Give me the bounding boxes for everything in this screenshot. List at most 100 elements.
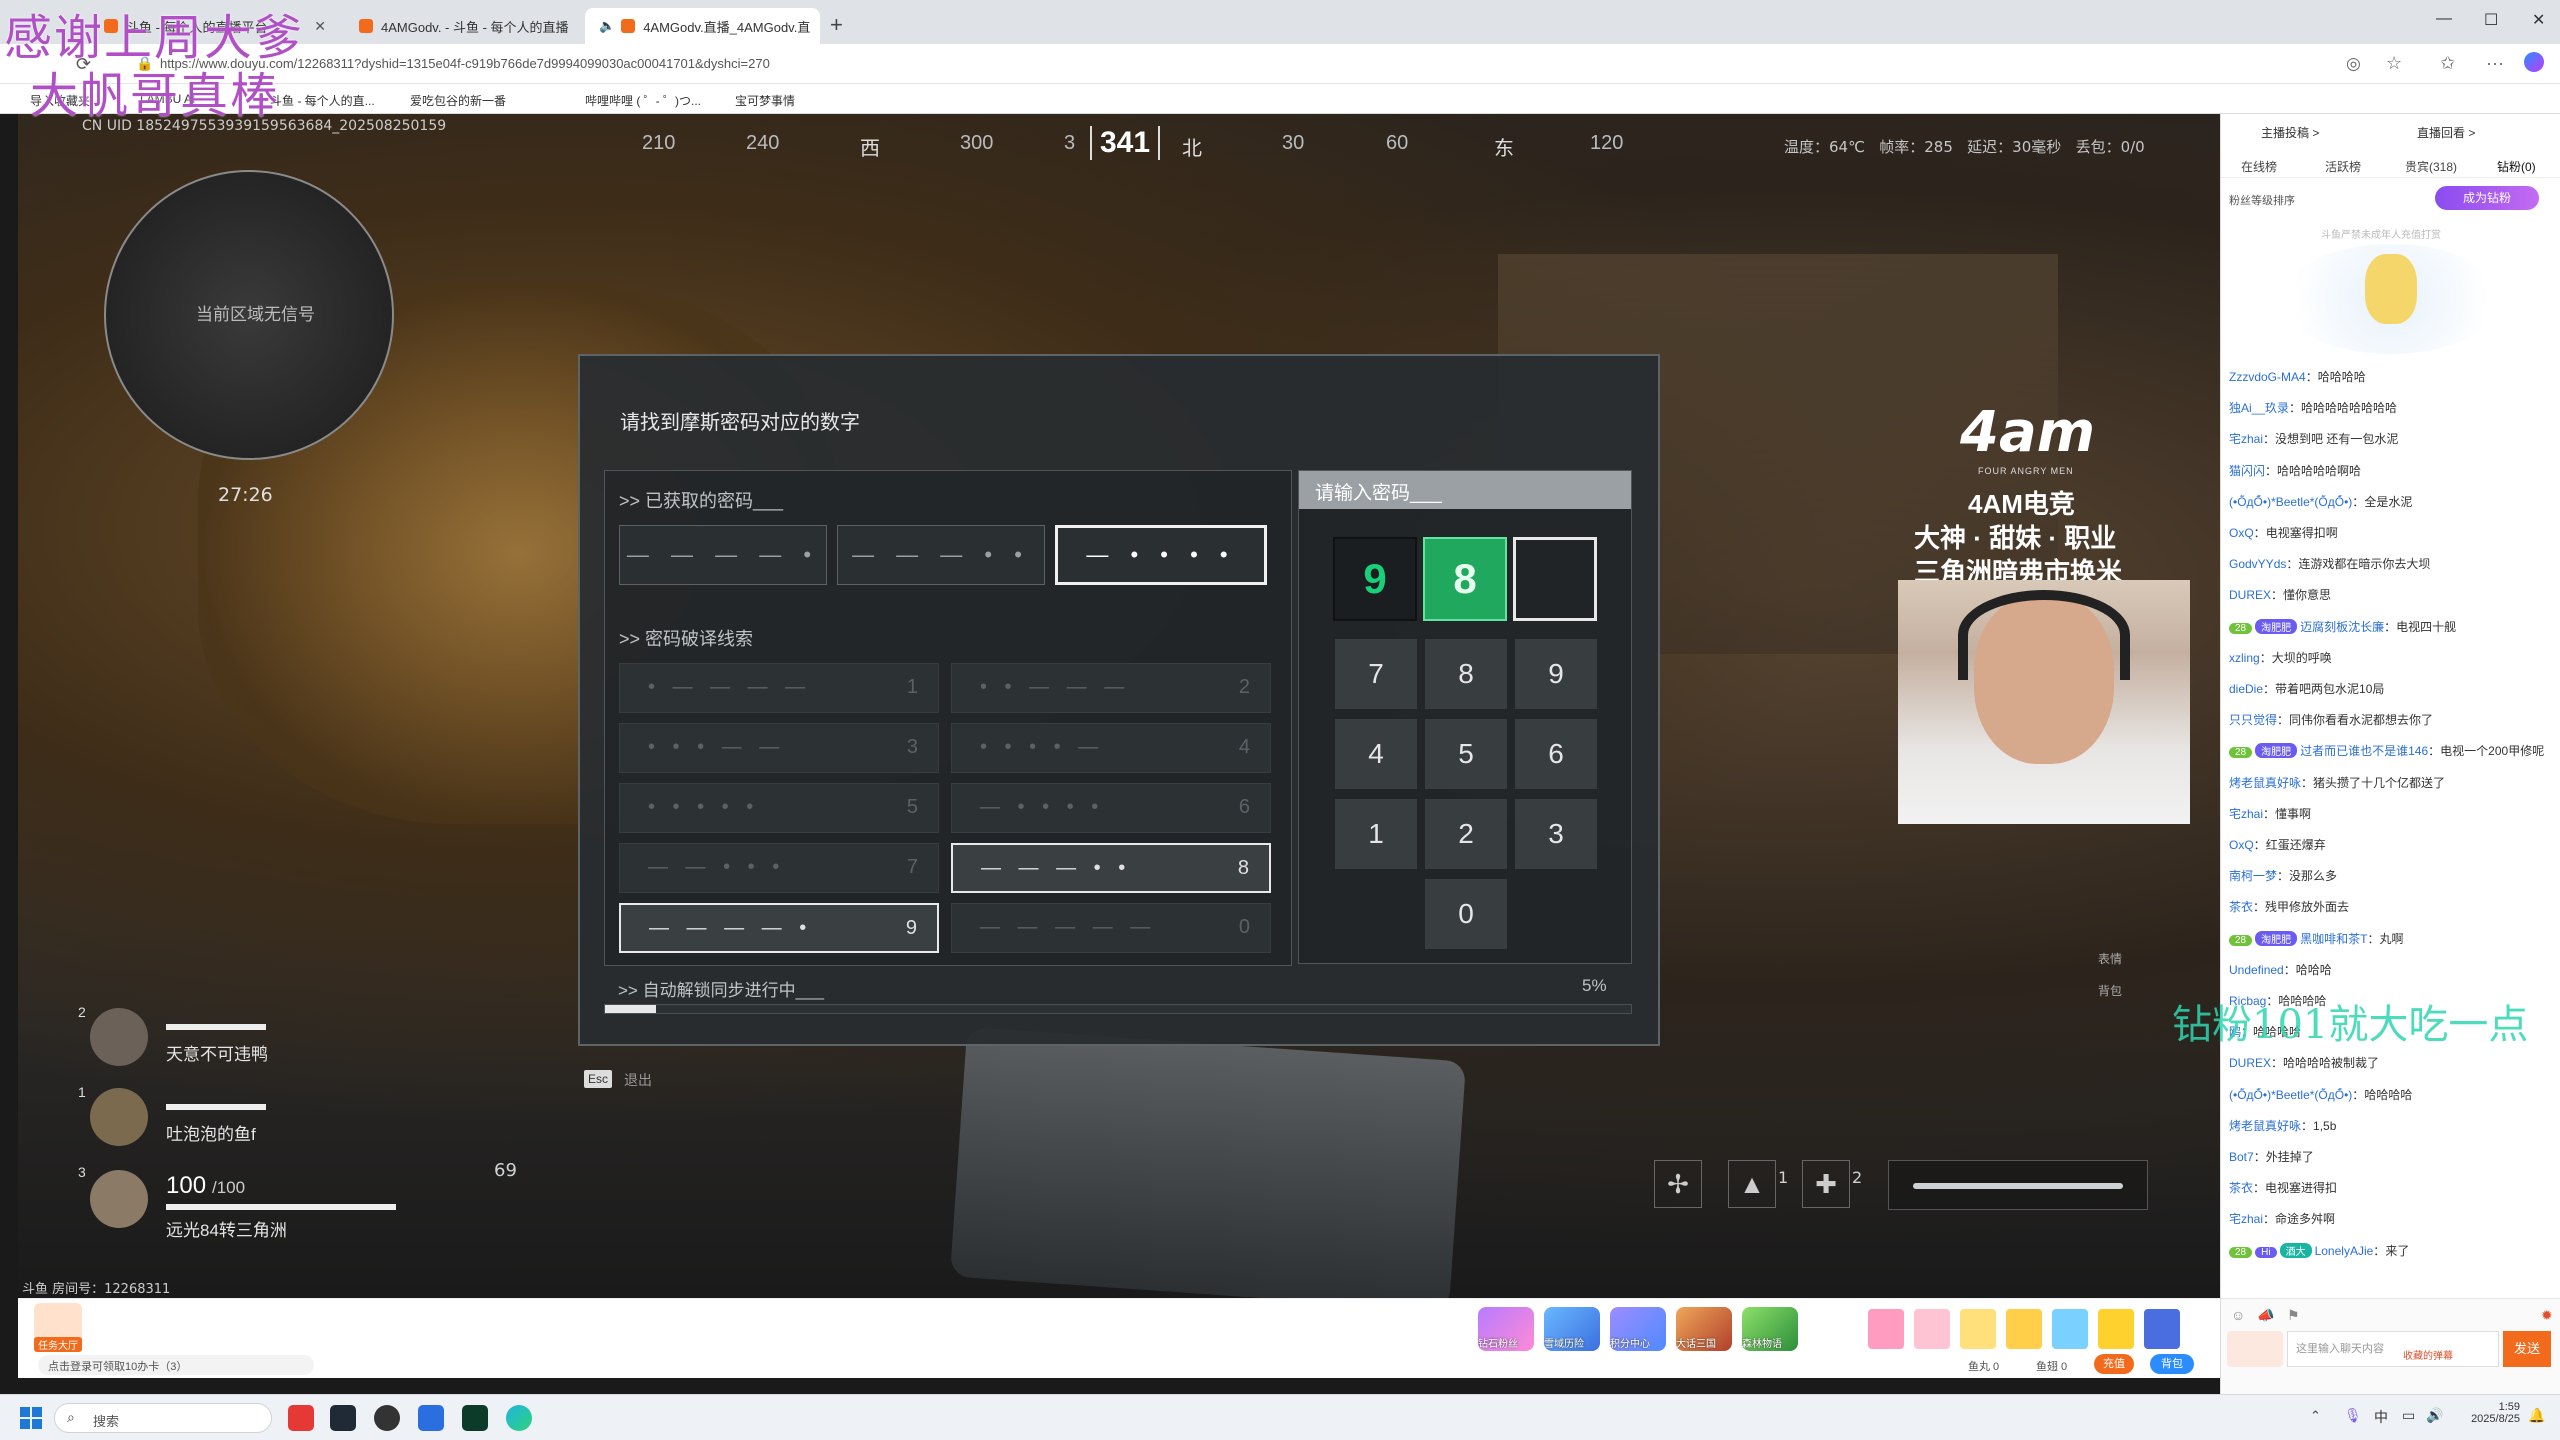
- game-label[interactable]: 雪域历险: [1544, 1335, 1584, 1350]
- translate-icon[interactable]: ◎: [2346, 54, 2361, 74]
- maximize-icon[interactable]: ☐: [2484, 10, 2498, 30]
- close-window-icon[interactable]: ✕: [2532, 10, 2545, 30]
- ime-indicator[interactable]: 中: [2374, 1407, 2388, 1427]
- chat-username[interactable]: 宅zhai: [2229, 807, 2263, 821]
- chat-username[interactable]: OxQ: [2229, 838, 2254, 852]
- new-tab-button[interactable]: +: [830, 12, 843, 38]
- chat-username[interactable]: (•Ő̀дŐ́•)*Beetle*(Ő̀дŐ́•): [2229, 495, 2352, 509]
- game-label[interactable]: 大话三国: [1676, 1335, 1716, 1350]
- chat-username[interactable]: Undefined: [2229, 963, 2284, 977]
- gift-icon[interactable]: ⚑: [2287, 1307, 2300, 1324]
- emoji-icon[interactable]: ☺: [2231, 1307, 2245, 1323]
- mic-icon[interactable]: 🎙: [2344, 1407, 2362, 1424]
- keypad-4[interactable]: 4: [1335, 719, 1417, 789]
- chat-username[interactable]: ZzzvdoG-MA4: [2229, 370, 2306, 384]
- stream-video[interactable]: CN UID 1852497553939159563684_2025082501…: [18, 114, 2220, 1298]
- keypad-2[interactable]: 2: [1425, 799, 1507, 869]
- chat-username[interactable]: DUREX: [2229, 588, 2271, 602]
- more-icon[interactable]: ···: [2486, 53, 2504, 74]
- megaphone-icon[interactable]: 📣: [2257, 1307, 2274, 1324]
- taskbar-clock[interactable]: 1:59 2025/8/25: [2460, 1401, 2520, 1425]
- game-label[interactable]: 森林物语: [1742, 1335, 1782, 1350]
- chat-username[interactable]: 迈腐刻板沈长廉: [2300, 620, 2384, 634]
- gift-icon[interactable]: [1960, 1309, 1996, 1349]
- taskbar-search[interactable]: ⌕ 搜索: [54, 1403, 272, 1433]
- chat-username[interactable]: 只只觉得: [2229, 713, 2277, 727]
- chat-username[interactable]: 猫闪闪: [2229, 464, 2265, 478]
- volume-icon[interactable]: 🔊: [2426, 1407, 2443, 1424]
- keypad-1[interactable]: 1: [1335, 799, 1417, 869]
- copilot-icon[interactable]: [2524, 52, 2544, 72]
- fire-icon[interactable]: ✹: [2541, 1307, 2553, 1324]
- star-icon[interactable]: ☆: [2386, 53, 2402, 74]
- bookmark[interactable]: 斗鱼 - 每个人的直...: [270, 92, 375, 109]
- uploads-link[interactable]: 主播投稿 >: [2261, 124, 2319, 141]
- gift-icon[interactable]: [2006, 1309, 2042, 1349]
- keypad-3[interactable]: 3: [1515, 799, 1597, 869]
- terminal-icon[interactable]: [330, 1405, 356, 1431]
- chat-username[interactable]: 烤老鼠真好咏: [2229, 1119, 2301, 1133]
- task-hall-label[interactable]: 任务大厅: [34, 1337, 82, 1352]
- network-icon[interactable]: ▭: [2402, 1407, 2415, 1424]
- chat-username[interactable]: 茶衣: [2229, 1181, 2253, 1195]
- chat-input[interactable]: 这里输入聊天内容: [2287, 1331, 2499, 1367]
- gift-icon[interactable]: [2144, 1309, 2180, 1349]
- login-reward-tip[interactable]: 点击登录可领取10办卡（3）: [38, 1355, 314, 1375]
- chat-username[interactable]: (•Ő̀дŐ́•)*Beetle*(Ő̀дŐ́•): [2229, 1088, 2352, 1102]
- chat-username[interactable]: xzling: [2229, 651, 2260, 665]
- chat-username[interactable]: GodvYYds: [2229, 557, 2286, 571]
- backpack-button[interactable]: 背包: [2150, 1354, 2194, 1374]
- close-tab-icon[interactable]: ✕: [569, 18, 580, 35]
- chat-username[interactable]: 宅zhai: [2229, 432, 2263, 446]
- keypad-9[interactable]: 9: [1515, 639, 1597, 709]
- app-icon[interactable]: [418, 1405, 444, 1431]
- chat-username[interactable]: DUREX: [2229, 1056, 2271, 1070]
- chat-username[interactable]: OxQ: [2229, 526, 2254, 540]
- chat-username[interactable]: dieDie: [2229, 682, 2263, 696]
- chat-username[interactable]: 黑咖啡和茶T: [2300, 932, 2367, 946]
- tab-online-rank[interactable]: 在线榜: [2241, 158, 2277, 175]
- chat-username[interactable]: LonelyAJie: [2315, 1244, 2374, 1258]
- gift-icon[interactable]: [1914, 1309, 1950, 1349]
- fan-badge-icon[interactable]: [2227, 1331, 2283, 1367]
- game-label[interactable]: 钻石粉丝: [1478, 1335, 1518, 1350]
- notification-bell-icon[interactable]: 🔔: [2528, 1407, 2545, 1424]
- keypad-7[interactable]: 7: [1335, 639, 1417, 709]
- minimize-icon[interactable]: —: [2436, 10, 2452, 28]
- tab-active-rank[interactable]: 活跃榜: [2325, 158, 2361, 175]
- tab-diamond-fans[interactable]: 钻粉(0): [2497, 158, 2536, 175]
- gift-icon[interactable]: [1868, 1309, 1904, 1349]
- gift-icon[interactable]: [2098, 1309, 2134, 1349]
- game-label[interactable]: 积分中心: [1610, 1335, 1650, 1350]
- favorites-icon[interactable]: ✩: [2440, 53, 2455, 74]
- close-tab-icon[interactable]: ✕: [304, 18, 326, 35]
- chat-username[interactable]: 独Ai__玖录: [2229, 401, 2289, 415]
- chat-username[interactable]: 茶衣: [2229, 900, 2253, 914]
- bookmark[interactable]: 哔哩哔哩 ( ゜- ゜)つ...: [585, 92, 701, 109]
- browser-tab-active[interactable]: 🔈4AMGodv.直播_4AMGodv.直✕: [585, 8, 820, 44]
- bookmark[interactable]: 爱吃包谷的新一番: [410, 92, 506, 109]
- keypad-5[interactable]: 5: [1425, 719, 1507, 789]
- tray-chevron-icon[interactable]: ⌃: [2310, 1408, 2321, 1424]
- code-slot-empty[interactable]: [1513, 537, 1597, 621]
- browser-tab[interactable]: 4AMGodv. - 斗鱼 - 每个人的直播✕: [345, 8, 580, 44]
- steam-icon[interactable]: [374, 1405, 400, 1431]
- chat-username[interactable]: 过者而已谁也不是谁146: [2300, 744, 2428, 758]
- send-button[interactable]: 发送: [2503, 1331, 2551, 1367]
- saved-barrage-link[interactable]: 收藏的弹幕: [2403, 1347, 2453, 1362]
- recharge-button[interactable]: 充值: [2094, 1354, 2134, 1374]
- become-diamond-fan-button[interactable]: 成为钻粉: [2435, 186, 2539, 210]
- keypad-8[interactable]: 8: [1425, 639, 1507, 709]
- gift-icon[interactable]: [2052, 1309, 2088, 1349]
- edge-browser-icon[interactable]: [506, 1405, 532, 1431]
- bookmark[interactable]: 宝可梦事情: [735, 92, 795, 109]
- chat-username[interactable]: 南柯一梦: [2229, 869, 2277, 883]
- app-icon[interactable]: [462, 1405, 488, 1431]
- tab-vip[interactable]: 贵宾(318): [2405, 158, 2457, 175]
- keypad-6[interactable]: 6: [1515, 719, 1597, 789]
- keypad-0[interactable]: 0: [1425, 879, 1507, 949]
- replay-link[interactable]: 直播回看 >: [2417, 124, 2475, 141]
- chat-username[interactable]: Bot7: [2229, 1150, 2254, 1164]
- netease-music-icon[interactable]: [288, 1405, 314, 1431]
- windows-start-icon[interactable]: [20, 1407, 42, 1429]
